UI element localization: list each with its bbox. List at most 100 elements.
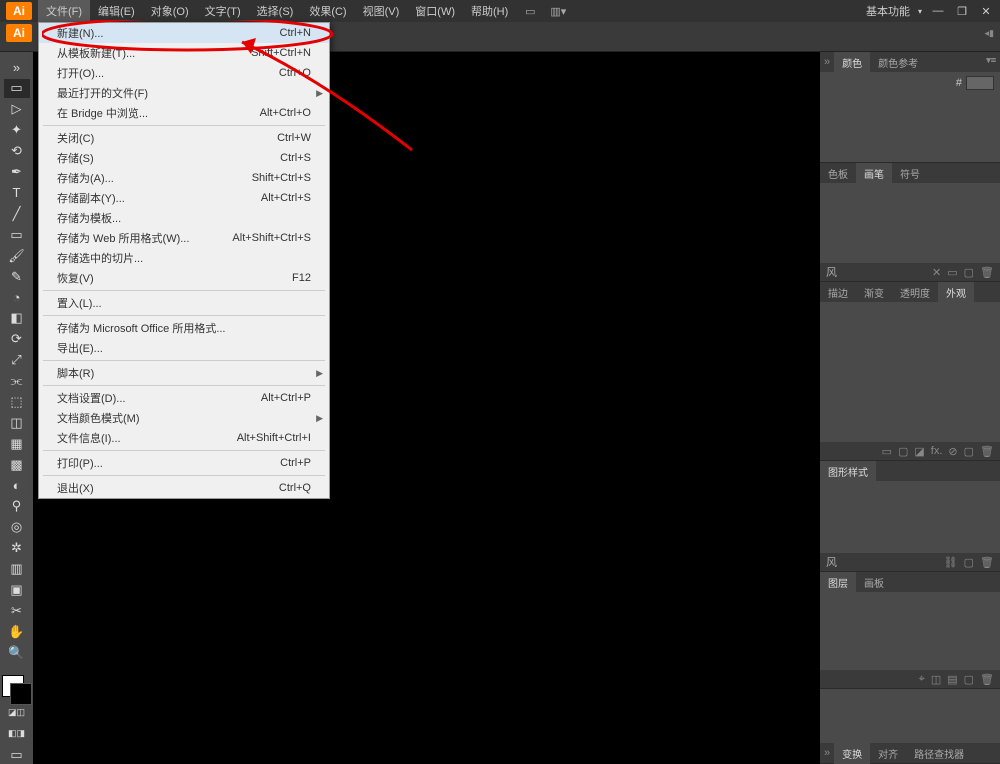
menu-window[interactable]: 窗口(W) bbox=[407, 0, 463, 22]
menu-edit[interactable]: 编辑(E) bbox=[90, 0, 143, 22]
menu-item[interactable]: 打印(P)...Ctrl+P bbox=[39, 453, 329, 473]
menu-item[interactable]: 退出(X)Ctrl+Q bbox=[39, 478, 329, 498]
symbol-sprayer-tool-icon[interactable]: ✲ bbox=[4, 539, 30, 558]
panel-collapse-icon[interactable]: ◂▮ bbox=[985, 28, 994, 39]
magic-wand-tool-icon[interactable]: ✦ bbox=[4, 121, 30, 140]
add-fill-icon[interactable]: ◪ bbox=[914, 445, 924, 458]
selection-tool-icon[interactable]: ▭ bbox=[4, 79, 30, 98]
minimize-button[interactable]: — bbox=[930, 4, 946, 18]
eraser-tool-icon[interactable]: ◧ bbox=[4, 309, 30, 328]
delete-icon[interactable]: 🗑 bbox=[980, 673, 994, 686]
line-tool-icon[interactable]: ╱ bbox=[4, 204, 30, 223]
dock-icon[interactable]: ▭ bbox=[520, 3, 540, 19]
menu-type[interactable]: 文字(T) bbox=[197, 0, 249, 22]
hand-tool-icon[interactable]: ✋ bbox=[4, 622, 30, 641]
arrange-icon[interactable]: ▥▾ bbox=[548, 3, 568, 19]
tab-gradient[interactable]: 渐变 bbox=[856, 282, 892, 303]
zoom-tool-icon[interactable]: 🔍 bbox=[4, 643, 30, 662]
artboard-tool-icon[interactable]: ▣ bbox=[4, 581, 30, 600]
rectangle-tool-icon[interactable]: ▭ bbox=[4, 225, 30, 244]
options-icon[interactable]: ▭ bbox=[947, 266, 957, 279]
draw-mode-icon[interactable]: ◧◨ bbox=[4, 724, 30, 743]
color-mode-icon[interactable]: ◪◫ bbox=[4, 703, 30, 722]
tab-swatches[interactable]: 色板 bbox=[820, 163, 856, 184]
stroke-color-swatch[interactable] bbox=[10, 683, 32, 705]
menu-item[interactable]: 存储为(A)...Shift+Ctrl+S bbox=[39, 168, 329, 188]
blend-tool-icon[interactable]: ◎ bbox=[4, 518, 30, 537]
break-link-icon[interactable]: ⛓ bbox=[944, 556, 958, 569]
menu-item[interactable]: 存储副本(Y)...Alt+Ctrl+S bbox=[39, 188, 329, 208]
new-layer-icon[interactable]: ▢ bbox=[964, 673, 974, 686]
menu-item[interactable]: 新建(N)...Ctrl+N bbox=[39, 23, 329, 43]
width-tool-icon[interactable]: ⫘ bbox=[4, 372, 30, 391]
menu-help[interactable]: 帮助(H) bbox=[463, 0, 516, 22]
rotate-tool-icon[interactable]: ⟳ bbox=[4, 330, 30, 349]
duplicate-icon[interactable]: ▢ bbox=[964, 445, 974, 458]
fx-button[interactable]: fx. bbox=[931, 445, 943, 457]
tab-layers[interactable]: 图层 bbox=[820, 572, 856, 593]
new-sublayer-icon[interactable]: ▤ bbox=[947, 673, 957, 686]
menu-item[interactable]: 最近打开的文件(F)▶ bbox=[39, 83, 329, 103]
panel-expand-icon[interactable]: » bbox=[820, 56, 834, 68]
menu-effect[interactable]: 效果(C) bbox=[301, 0, 354, 22]
tab-transparency[interactable]: 透明度 bbox=[892, 282, 938, 303]
locate-icon[interactable]: ⌖ bbox=[919, 673, 925, 686]
make-clip-icon[interactable]: ◫ bbox=[931, 673, 941, 686]
tab-symbols[interactable]: 符号 bbox=[892, 163, 928, 184]
menu-item[interactable]: 关闭(C)Ctrl+W bbox=[39, 128, 329, 148]
menu-item[interactable]: 恢复(V)F12 bbox=[39, 268, 329, 288]
blob-brush-tool-icon[interactable]: ◔ bbox=[4, 288, 30, 307]
gradient-tool-icon[interactable]: ◐ bbox=[4, 476, 30, 495]
menu-item[interactable]: 从模板新建(T)...Shift+Ctrl+N bbox=[39, 43, 329, 63]
new-brush-icon[interactable]: ▢ bbox=[964, 266, 974, 279]
menu-item[interactable]: 存储为模板... bbox=[39, 208, 329, 228]
tab-align[interactable]: 对齐 bbox=[870, 743, 906, 764]
menu-item[interactable]: 文档颜色模式(M)▶ bbox=[39, 408, 329, 428]
tab-pathfinder[interactable]: 路径查找器 bbox=[906, 743, 972, 764]
tab-graphic-styles[interactable]: 图形样式 bbox=[820, 461, 876, 482]
menu-item[interactable]: 存储(S)Ctrl+S bbox=[39, 148, 329, 168]
panel-menu-icon[interactable]: ▾≡ bbox=[986, 55, 996, 66]
direct-selection-tool-icon[interactable]: ▷ bbox=[4, 100, 30, 119]
delete-icon[interactable]: 🗑 bbox=[980, 556, 994, 569]
menu-file[interactable]: 文件(F) bbox=[38, 0, 90, 22]
perspective-grid-tool-icon[interactable]: ▦ bbox=[4, 434, 30, 453]
panel-menu-icon[interactable]: » bbox=[4, 58, 30, 77]
workspace-switcher[interactable]: 基本功能 bbox=[866, 3, 910, 19]
eyedropper-tool-icon[interactable]: ⚲ bbox=[4, 497, 30, 516]
restore-button[interactable]: ❐ bbox=[954, 4, 970, 18]
slice-tool-icon[interactable]: ✂ bbox=[4, 602, 30, 621]
column-graph-tool-icon[interactable]: ▥ bbox=[4, 560, 30, 579]
scale-tool-icon[interactable]: ⤢ bbox=[4, 351, 30, 370]
new-art-icon[interactable]: ▭ bbox=[882, 445, 892, 458]
lasso-tool-icon[interactable]: ⟲ bbox=[4, 142, 30, 161]
menu-item[interactable]: 文档设置(D)...Alt+Ctrl+P bbox=[39, 388, 329, 408]
shape-builder-tool-icon[interactable]: ◫ bbox=[4, 413, 30, 432]
menu-item[interactable]: 文件信息(I)...Alt+Shift+Ctrl+I bbox=[39, 428, 329, 448]
menu-item[interactable]: 导出(E)... bbox=[39, 338, 329, 358]
pencil-tool-icon[interactable]: ✎ bbox=[4, 267, 30, 286]
free-transform-tool-icon[interactable]: ⬚ bbox=[4, 393, 30, 412]
delete-icon[interactable]: 🗑 bbox=[980, 266, 994, 279]
add-stroke-icon[interactable]: ▢ bbox=[898, 445, 908, 458]
menu-item[interactable]: 存储选中的切片... bbox=[39, 248, 329, 268]
remove-brush-icon[interactable]: ✕ bbox=[932, 266, 941, 279]
menu-select[interactable]: 选择(S) bbox=[249, 0, 302, 22]
new-style-icon[interactable]: ▢ bbox=[964, 556, 974, 569]
menu-item[interactable]: 存储为 Web 所用格式(W)...Alt+Shift+Ctrl+S bbox=[39, 228, 329, 248]
close-button[interactable]: ✕ bbox=[978, 4, 994, 18]
panel-expand-icon[interactable]: » bbox=[820, 747, 834, 759]
menu-item[interactable]: 存储为 Microsoft Office 所用格式... bbox=[39, 318, 329, 338]
paintbrush-tool-icon[interactable]: 🖌 bbox=[4, 246, 30, 265]
tab-artboards[interactable]: 画板 bbox=[856, 572, 892, 593]
hex-input[interactable]: # bbox=[956, 76, 994, 90]
menu-item[interactable]: 脚本(R)▶ bbox=[39, 363, 329, 383]
pen-tool-icon[interactable]: ✒ bbox=[4, 163, 30, 182]
menu-item[interactable]: 打开(O)...Ctrl+O bbox=[39, 63, 329, 83]
type-tool-icon[interactable]: T bbox=[4, 183, 30, 202]
tab-transform[interactable]: 变换 bbox=[834, 743, 870, 764]
screen-mode-icon[interactable]: ▭ bbox=[4, 745, 30, 764]
tab-brushes[interactable]: 画笔 bbox=[856, 163, 892, 184]
tab-color[interactable]: 颜色 bbox=[834, 52, 870, 73]
tab-color-guide[interactable]: 颜色参考 bbox=[870, 52, 926, 73]
